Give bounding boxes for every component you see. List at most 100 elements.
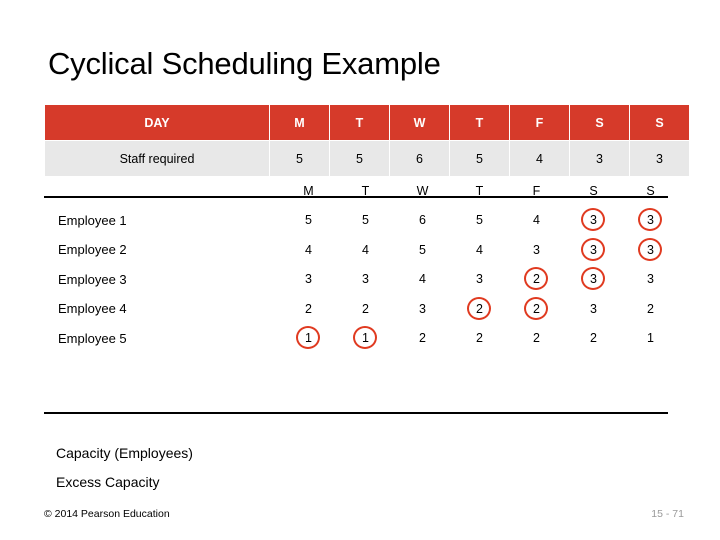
value-cell: 4 [476,242,483,257]
employee-5-tue: 1 [337,324,394,354]
employee-3-tue: 3 [337,265,394,295]
value-cell: 6 [419,213,426,228]
requirements-header-fri: F [509,104,570,141]
value-cell: 4 [305,242,312,257]
schedule-header-wed: W [416,183,429,198]
employee-1-sat: 3 [565,206,622,236]
table-row: Employee 2 4 4 5 4 3 3 3 [44,235,679,265]
staff-required-label: Staff required [44,140,270,177]
staff-required-fri: 4 [509,140,570,177]
schedule-header-mon: M [303,183,314,198]
employee-2-sun: 3 [622,235,679,265]
value-cell-circled: 2 [523,296,550,322]
employee-5-sun: 1 [622,324,679,354]
value-cell: 3 [362,272,369,287]
value-cell: 5 [362,213,369,228]
requirements-table-body: DAY M T W T F S S Staff required 5 5 6 5… [44,104,690,177]
employee-5-thu: 2 [451,324,508,354]
employee-1-mon: 5 [280,206,337,236]
staff-requirements-table: DAY M T W T F S S Staff required 5 5 6 5… [44,104,690,177]
requirements-header-row: DAY M T W T F S S [44,104,690,141]
employee-5-mon: 1 [280,324,337,354]
employee-5-wed: 2 [394,324,451,354]
value-cell: 3 [647,272,654,287]
value-cell: 3 [305,272,312,287]
value-cell: 3 [590,301,597,316]
requirements-header-sun: S [629,104,690,141]
employee-2-tue: 4 [337,235,394,265]
employee-1-sun: 3 [622,206,679,236]
employee-3-sun: 3 [622,265,679,295]
employee-2-thu: 4 [451,235,508,265]
slide-canvas: Cyclical Scheduling Example DAY M T W T … [0,0,720,540]
employee-4-thu: 2 [451,294,508,324]
capacity-employees-label: Capacity (Employees) [56,445,193,461]
employee-2-fri: 3 [508,235,565,265]
employee-3-mon: 3 [280,265,337,295]
employee-4-sun: 2 [622,294,679,324]
staff-required-mon: 5 [269,140,330,177]
schedule-header-thu: T [475,183,484,198]
excess-capacity-label: Excess Capacity [56,474,160,490]
value-cell-circled: 2 [466,296,493,322]
value-cell: 3 [533,242,540,257]
value-cell: 2 [362,301,369,316]
value-cell: 2 [305,301,312,316]
value-cell: 5 [305,213,312,228]
employee-1-thu: 5 [451,206,508,236]
employee-1-fri: 4 [508,206,565,236]
value-cell: 5 [476,213,483,228]
requirements-header-tue: T [329,104,390,141]
value-cell: 5 [419,242,426,257]
table-row: Employee 5 1 1 2 2 2 2 1 [44,324,679,354]
schedule-header-tue: T [361,183,370,198]
requirements-header-thu: T [449,104,510,141]
value-cell-circled: 2 [523,266,550,292]
employee-4-mon: 2 [280,294,337,324]
employee-5-label: Employee 5 [58,330,127,346]
employee-2-sat: 3 [565,235,622,265]
value-cell: 2 [590,331,597,346]
employee-3-sat: 3 [565,265,622,295]
employee-4-sat: 3 [565,294,622,324]
schedule-header-fri: F [532,183,541,198]
value-cell-circled: 3 [637,237,664,263]
employee-schedule-body: M T W T F S S Employee 1 5 5 6 5 4 3 3 E… [44,176,679,353]
staff-required-wed: 6 [389,140,450,177]
employee-3-thu: 3 [451,265,508,295]
value-cell: 2 [533,331,540,346]
value-cell: 2 [476,331,483,346]
employee-5-sat: 2 [565,324,622,354]
table-row: Employee 1 5 5 6 5 4 3 3 [44,206,679,236]
employee-3-wed: 4 [394,265,451,295]
employee-2-wed: 5 [394,235,451,265]
schedule-header-sun: S [646,183,655,198]
requirements-header-sat: S [569,104,630,141]
employee-1-tue: 5 [337,206,394,236]
employee-schedule-table: M T W T F S S Employee 1 5 5 6 5 4 3 3 E… [44,176,679,353]
page-title: Cyclical Scheduling Example [48,46,441,81]
table-row: Employee 4 2 2 3 2 2 3 2 [44,294,679,324]
value-cell-circled: 3 [580,207,607,233]
value-cell: 2 [419,331,426,346]
value-cell: 3 [419,301,426,316]
employee-4-tue: 2 [337,294,394,324]
staff-required-row: Staff required 5 5 6 5 4 3 3 [44,140,690,177]
employee-2-mon: 4 [280,235,337,265]
employee-schedule-grid: M T W T F S S Employee 1 5 5 6 5 4 3 3 E… [44,176,668,353]
employee-3-label: Employee 3 [58,271,127,287]
table-row: Employee 3 3 3 4 3 2 3 3 [44,265,679,295]
value-cell: 3 [476,272,483,287]
employee-2-label: Employee 2 [58,242,127,258]
staff-required-sun: 3 [629,140,690,177]
value-cell: 4 [533,213,540,228]
employee-5-fri: 2 [508,324,565,354]
schedule-header-sat: S [589,183,598,198]
divider-bottom [44,412,668,414]
schedule-day-header-row: M T W T F S S [44,176,679,206]
staff-required-sat: 3 [569,140,630,177]
value-cell-circled: 1 [352,325,379,351]
employee-4-label: Employee 4 [58,301,127,317]
copyright-notice: © 2014 Pearson Education [44,508,170,520]
employee-3-fri: 2 [508,265,565,295]
